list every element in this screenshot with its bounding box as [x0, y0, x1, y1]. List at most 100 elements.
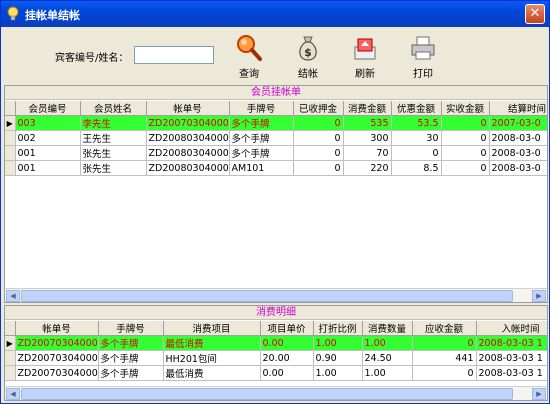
money-bag-icon: $ — [299, 36, 317, 61]
col-header[interactable]: 结算时间 — [489, 101, 547, 116]
lightbulb-icon — [7, 6, 19, 21]
scroll-right-arrow-icon[interactable]: ▶ — [532, 388, 546, 400]
detail-cell: 多个手牌 — [98, 365, 164, 381]
scroll-thumb[interactable] — [21, 290, 513, 302]
col-header[interactable]: 帐单号 — [15, 321, 99, 336]
bill-cell: 0 — [293, 115, 344, 131]
bill-cell: 002 — [15, 130, 81, 146]
col-header[interactable]: 消费数量 — [362, 321, 413, 336]
col-header[interactable]: 帐单号 — [146, 101, 230, 116]
bill-cell: 001 — [15, 160, 81, 176]
guest-search-input[interactable] — [134, 46, 214, 64]
bill-cell: 0 — [441, 145, 490, 161]
col-header[interactable]: 会员编号 — [15, 101, 81, 116]
col-header[interactable]: 消费金额 — [343, 101, 392, 116]
row-indicator[interactable] — [5, 160, 16, 176]
detail-cell: 最低消费 — [163, 335, 261, 351]
close-button[interactable]: ✕ — [525, 4, 545, 24]
row-indicator[interactable] — [5, 130, 16, 146]
detail-cell: 441 — [412, 350, 477, 366]
row-indicator-header — [5, 321, 16, 336]
detail-cell: 多个手牌 — [98, 335, 164, 351]
bill-cell: 001 — [15, 145, 81, 161]
member-bills-panel: 会员挂帐单 会员编号 会员姓名 帐单号 手牌号 已收押金 消费金额 优惠金额 实… — [4, 85, 548, 303]
member-bills-header: 会员编号 会员姓名 帐单号 手牌号 已收押金 消费金额 优惠金额 实收金额 结算… — [5, 101, 547, 116]
detail-cell: ZD200703040002 — [15, 350, 99, 366]
col-header[interactable]: 手牌号 — [229, 101, 294, 116]
bill-cell: 2008-03-0 — [489, 130, 547, 146]
col-header[interactable]: 项目单价 — [260, 321, 314, 336]
detail-cell: 1.00 — [362, 365, 413, 381]
bill-cell: ZD200703040002 — [146, 115, 230, 131]
bill-cell: 0 — [391, 145, 442, 161]
col-header[interactable]: 打折比例 — [313, 321, 363, 336]
detail-cell: 1.00 — [313, 365, 363, 381]
query-button-label: 查询 — [239, 69, 259, 80]
bill-cell: 30 — [391, 130, 442, 146]
scroll-right-arrow-icon[interactable]: ▶ — [532, 290, 546, 302]
bill-row[interactable]: 002 王先生 ZD200803040004 多个手牌 0 300 30 0 2008-03-0 — [5, 130, 547, 146]
bill-cell: 2007-03-0 — [489, 115, 547, 131]
current-row-pointer-icon[interactable]: ▶ — [5, 115, 16, 131]
scroll-thumb[interactable] — [21, 388, 513, 400]
bill-cell: 300 — [343, 130, 392, 146]
detail-row[interactable]: ▶ ZD200703040002 多个手牌 最低消费 0.00 1.00 1.00 0 2008… — [5, 335, 547, 351]
col-header[interactable]: 应收金额 — [412, 321, 477, 336]
row-indicator[interactable] — [5, 145, 16, 161]
bill-cell: 0 — [441, 115, 490, 131]
detail-row[interactable]: ZD200703040002 多个手牌 最低消费 0.00 1.00 1.00 0 2008-… — [5, 365, 547, 381]
checkout-button-label: 结帐 — [298, 69, 318, 80]
consumption-details-scrollbar[interactable]: ◀ ▶ — [5, 386, 547, 400]
bill-row[interactable]: 001 张先生 ZD200803040006 AM101 0 220 8.5 0 2008-03… — [5, 160, 547, 176]
scroll-left-arrow-icon[interactable]: ◀ — [6, 290, 20, 302]
bill-cell: 2008-03-0 — [489, 145, 547, 161]
bill-cell: ZD200803040005 — [146, 145, 230, 161]
detail-cell: 1.00 — [313, 335, 363, 351]
col-header[interactable]: 实收金额 — [441, 101, 490, 116]
detail-cell: ZD200703040002 — [15, 365, 99, 381]
bill-cell: 0 — [293, 160, 344, 176]
bill-cell: 0 — [293, 130, 344, 146]
bill-cell: 0 — [293, 145, 344, 161]
print-button[interactable]: 打印 — [403, 33, 443, 80]
col-header[interactable]: 会员姓名 — [80, 101, 147, 116]
printer-icon — [411, 36, 435, 60]
bill-cell: 王先生 — [80, 130, 147, 146]
checkout-button[interactable]: $ 结帐 — [288, 33, 328, 80]
row-indicator[interactable] — [5, 350, 16, 366]
row-indicator[interactable] — [5, 365, 16, 381]
col-header[interactable]: 手牌号 — [98, 321, 164, 336]
col-header[interactable]: 消费项目 — [163, 321, 261, 336]
member-bills-scrollbar[interactable]: ◀ ▶ — [5, 288, 547, 302]
current-row-pointer-icon[interactable]: ▶ — [5, 335, 16, 351]
consumption-details-title: 消费明细 — [5, 306, 547, 320]
member-bills-title: 会员挂帐单 — [5, 86, 547, 100]
detail-cell: 2008-03-03 1 — [476, 335, 547, 351]
member-bills-table: 会员编号 会员姓名 帐单号 手牌号 已收押金 消费金额 优惠金额 实收金额 结算… — [5, 101, 547, 176]
refresh-button[interactable]: 刷新 — [345, 33, 385, 80]
title-bar[interactable]: 挂帐单结帐 ✕ — [1, 1, 549, 27]
bill-cell: 53.5 — [391, 115, 442, 131]
consumption-details-table: 帐单号 手牌号 消费项目 项目单价 打折比例 消费数量 应收金额 入帐时间 ▶ Z… — [5, 321, 547, 381]
col-header[interactable]: 优惠金额 — [391, 101, 442, 116]
member-bills-grid: 会员编号 会员姓名 帐单号 手牌号 已收押金 消费金额 优惠金额 实收金额 结算… — [5, 101, 547, 288]
scroll-left-arrow-icon[interactable]: ◀ — [6, 388, 20, 400]
bill-cell: 李先生 — [80, 115, 147, 131]
detail-cell: 2008-03-03 1 — [476, 365, 547, 381]
col-header[interactable]: 入帐时间 — [476, 321, 547, 336]
detail-cell: ZD200703040002 — [15, 335, 99, 351]
bill-cell: 2008-03-0 — [489, 160, 547, 176]
refresh-icon — [354, 38, 376, 60]
bill-row[interactable]: 001 张先生 ZD200803040005 多个手牌 0 70 0 0 2008-03-0 — [5, 145, 547, 161]
col-header[interactable]: 已收押金 — [293, 101, 344, 116]
query-button[interactable]: 查询 — [229, 33, 269, 80]
bill-cell: 220 — [343, 160, 392, 176]
detail-row[interactable]: ZD200703040002 多个手牌 HH201包间 20.00 0.90 24.50 4… — [5, 350, 547, 366]
consumption-details-header: 帐单号 手牌号 消费项目 项目单价 打折比例 消费数量 应收金额 入帐时间 — [5, 321, 547, 336]
bill-cell: AM101 — [229, 160, 294, 176]
checkout-window: 挂帐单结帐 ✕ 宾客编号/姓名： 查询 $ 结帐 刷新 打印 会员挂帐单 会员编… — [0, 0, 550, 404]
bill-row[interactable]: ▶ 003 李先生 ZD200703040002 多个手牌 0 535 53.5 0 2007-0… — [5, 115, 547, 131]
bill-cell: ZD200803040006 — [146, 160, 230, 176]
bill-cell: 多个手牌 — [229, 130, 294, 146]
consumption-details-grid: 帐单号 手牌号 消费项目 项目单价 打折比例 消费数量 应收金额 入帐时间 ▶ Z… — [5, 321, 547, 386]
